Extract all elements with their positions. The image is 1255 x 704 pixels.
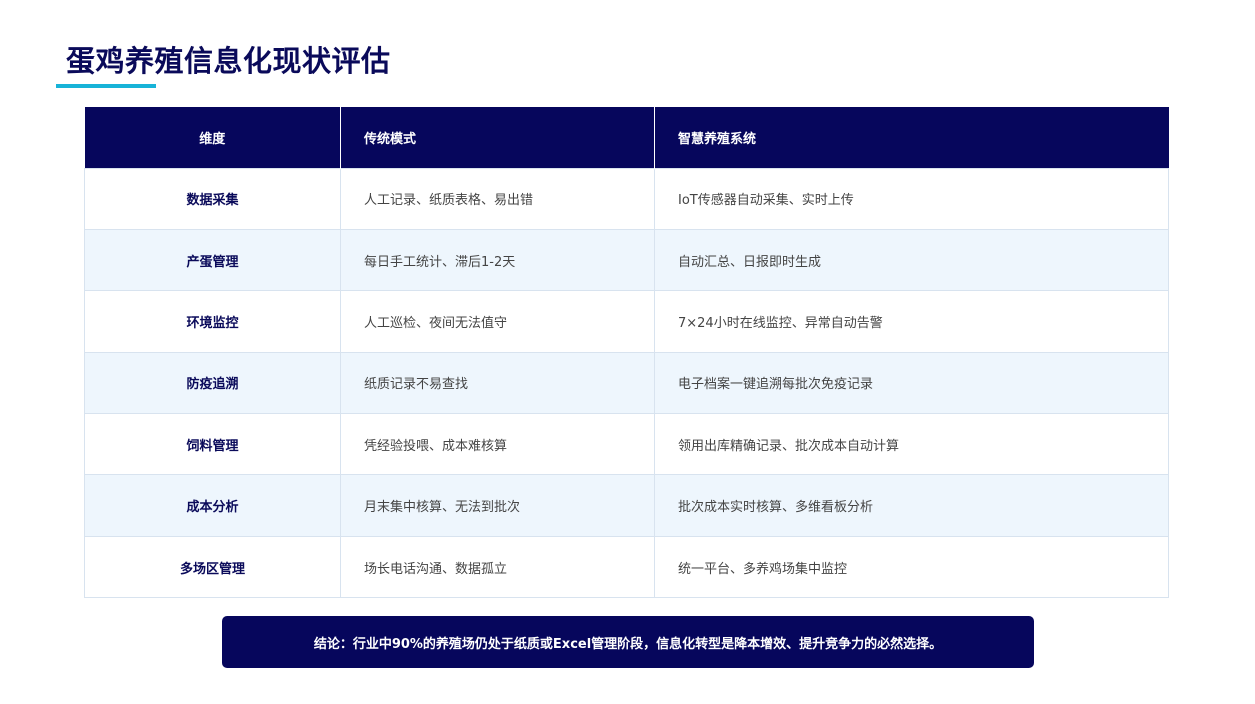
cell-traditional: 场长电话沟通、数据孤立 bbox=[340, 535, 655, 599]
cell-smart: 7×24小时在线监控、异常自动告警 bbox=[654, 290, 1169, 353]
table-row: 成本分析 月末集中核算、无法到批次 批次成本实时核算、多维看板分析 bbox=[84, 474, 1169, 537]
cell-dimension: 产蛋管理 bbox=[84, 228, 341, 292]
cell-smart: 电子档案一键追溯每批次免疫记录 bbox=[654, 351, 1169, 415]
table-row: 数据采集 人工记录、纸质表格、易出错 IoT传感器自动采集、实时上传 bbox=[84, 167, 1169, 230]
slide: 蛋鸡养殖信息化现状评估 维度 传统模式 智慧养殖系统 数据采集 人工记录、纸质表… bbox=[0, 0, 1255, 704]
cell-smart: IoT传感器自动采集、实时上传 bbox=[654, 167, 1169, 230]
table-header-row: 维度 传统模式 智慧养殖系统 bbox=[84, 107, 1169, 168]
cell-traditional: 纸质记录不易查找 bbox=[340, 351, 655, 415]
cell-smart: 领用出库精确记录、批次成本自动计算 bbox=[654, 413, 1169, 476]
table-row: 饲料管理 凭经验投喂、成本难核算 领用出库精确记录、批次成本自动计算 bbox=[84, 413, 1169, 476]
table-row: 防疫追溯 纸质记录不易查找 电子档案一键追溯每批次免疫记录 bbox=[84, 351, 1169, 415]
cell-traditional: 人工巡检、夜间无法值守 bbox=[340, 290, 655, 353]
cell-dimension: 环境监控 bbox=[84, 290, 341, 353]
comparison-table: 维度 传统模式 智慧养殖系统 数据采集 人工记录、纸质表格、易出错 IoT传感器… bbox=[84, 107, 1169, 599]
header-dimension: 维度 bbox=[84, 107, 341, 168]
header-smart: 智慧养殖系统 bbox=[678, 131, 757, 147]
cell-traditional: 人工记录、纸质表格、易出错 bbox=[340, 167, 655, 230]
page-title: 蛋鸡养殖信息化现状评估 bbox=[66, 44, 391, 78]
table-row: 环境监控 人工巡检、夜间无法值守 7×24小时在线监控、异常自动告警 bbox=[84, 290, 1169, 353]
cell-smart: 批次成本实时核算、多维看板分析 bbox=[654, 474, 1169, 537]
comparison-table-wrapper: 维度 传统模式 智慧养殖系统 数据采集 人工记录、纸质表格、易出错 IoT传感器… bbox=[84, 107, 1169, 599]
cell-dimension: 多场区管理 bbox=[84, 535, 341, 599]
cell-smart: 统一平台、多养鸡场集中监控 bbox=[654, 535, 1169, 599]
cell-traditional: 每日手工统计、滞后1-2天 bbox=[340, 228, 655, 292]
title-underline bbox=[56, 84, 156, 88]
conclusion-banner: 结论：行业中90%的养殖场仍处于纸质或Excel管理阶段，信息化转型是降本增效、… bbox=[222, 616, 1034, 668]
cell-traditional: 凭经验投喂、成本难核算 bbox=[340, 413, 655, 476]
table-row: 多场区管理 场长电话沟通、数据孤立 统一平台、多养鸡场集中监控 bbox=[84, 535, 1169, 599]
cell-dimension: 数据采集 bbox=[84, 167, 341, 230]
cell-dimension: 成本分析 bbox=[84, 474, 341, 537]
header-traditional: 传统模式 bbox=[340, 107, 655, 168]
cell-dimension: 防疫追溯 bbox=[84, 351, 341, 415]
table-row: 产蛋管理 每日手工统计、滞后1-2天 自动汇总、日报即时生成 bbox=[84, 228, 1169, 292]
cell-traditional: 月末集中核算、无法到批次 bbox=[340, 474, 655, 537]
cell-dimension: 饲料管理 bbox=[84, 413, 341, 476]
cell-smart: 自动汇总、日报即时生成 bbox=[654, 228, 1169, 292]
